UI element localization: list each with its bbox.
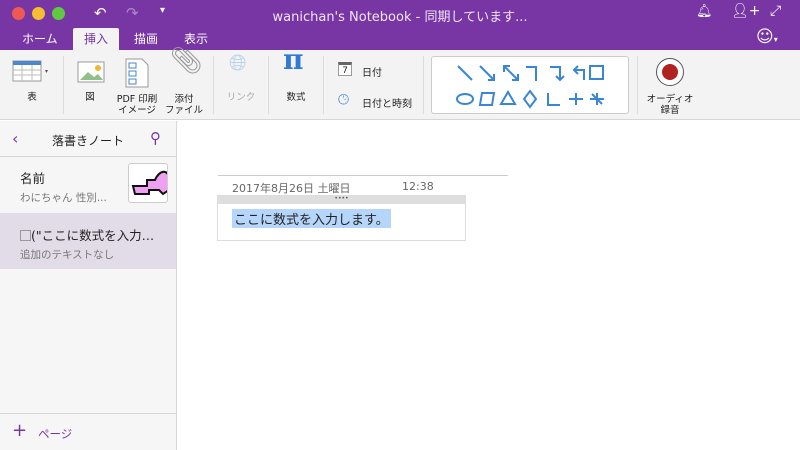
page-thumbnail xyxy=(128,163,168,203)
table-button[interactable]: 表 xyxy=(8,50,56,120)
equation-text[interactable]: ここに数式を入力します。 xyxy=(232,209,391,228)
window-title: wanichan's Notebook - 同期しています... xyxy=(272,10,528,25)
page-title: ("ここに数式を入力… xyxy=(20,225,154,244)
record-icon xyxy=(656,58,684,86)
fullscreen-icon[interactable]: ⤢ xyxy=(770,3,781,19)
shapes-icon xyxy=(456,65,604,109)
pi-icon: π xyxy=(283,43,304,76)
note-time: 12:38 xyxy=(402,180,434,193)
title-bar: ↶ ↷ ▾ wanichan's Notebook - 同期しています... 🔔… xyxy=(0,0,800,50)
date-button[interactable]: 日付 xyxy=(362,64,382,79)
attach-file-button[interactable]: 📎︎ 添付 ファイル xyxy=(164,46,204,120)
tab-home[interactable]: ホーム xyxy=(12,28,68,50)
ribbon: 表 図 PDF 印刷 イメージ 📎︎ 添付 ファイル 🌐︎ リンク π 数式 7… xyxy=(0,43,800,120)
page-item[interactable]: 名前 わにちゃん 性別... xyxy=(0,158,176,213)
table-icon xyxy=(12,60,48,82)
date-time-button[interactable]: 日付と時刻 xyxy=(362,95,412,110)
note-date: 2017年8月26日 土曜日 xyxy=(232,182,351,195)
add-page-button[interactable]: + ページ xyxy=(0,413,176,450)
page-item-selected[interactable]: ("ここに数式を入力… 追加のテキストなし xyxy=(0,213,176,269)
picture-icon xyxy=(77,61,105,83)
equation-button[interactable]: π 数式 xyxy=(276,43,316,120)
container-drag-handle[interactable]: •••• xyxy=(218,196,465,204)
picture-button[interactable]: 図 xyxy=(72,50,108,120)
title-line xyxy=(218,175,508,176)
shapes-gallery[interactable] xyxy=(431,56,629,114)
calendar-icon: 7 xyxy=(338,62,352,76)
smiley-feedback-icon[interactable]: ☺▾ xyxy=(756,27,778,47)
sidebar-header: ‹ 落書きノート ⚲ xyxy=(0,121,176,157)
page-list-sidebar: ‹ 落書きノート ⚲ 名前 わにちゃん 性別... ("ここに数式を入力… 追加… xyxy=(0,121,177,450)
checkbox-icon xyxy=(20,230,31,241)
pdf-printout-button[interactable]: PDF 印刷 イメージ xyxy=(112,50,162,120)
note-container[interactable]: •••• ここに数式を入力します。 xyxy=(217,195,466,241)
link-button[interactable]: 🌐︎ リンク xyxy=(220,50,262,120)
share-user-icon[interactable]: 👤︎+ xyxy=(731,3,761,19)
bell-icon[interactable]: 🔔︎ xyxy=(696,4,713,19)
search-icon[interactable]: ⚲ xyxy=(150,129,161,147)
pdf-printout-icon xyxy=(125,58,149,88)
plus-icon: + xyxy=(12,420,28,441)
datetime-clock-icon: 🕒︎ xyxy=(338,92,350,108)
link-globe-icon: 🌐︎ xyxy=(229,51,247,76)
paperclip-icon: 📎︎ xyxy=(170,46,204,76)
audio-record-button[interactable]: オーディオ 録音 xyxy=(643,50,697,120)
tab-draw[interactable]: 描画 xyxy=(124,28,168,50)
tab-insert[interactable]: 挿入 xyxy=(73,28,119,50)
